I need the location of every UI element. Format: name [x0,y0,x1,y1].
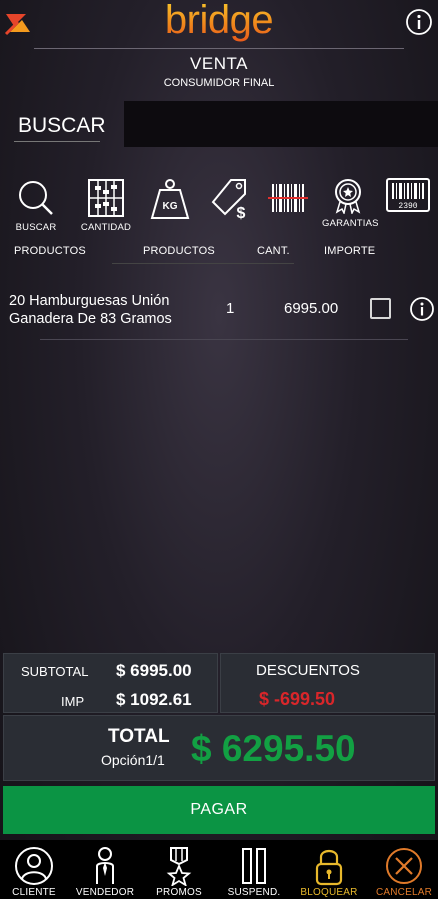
nav-cliente[interactable]: CLIENTE [0,846,71,898]
search-label: BUSCAR [18,114,106,137]
nav-suspend[interactable]: SUSPEND. [217,846,291,898]
column-header-productos: PRODUCTOS [14,245,86,257]
column-header-cant: CANT. [257,245,290,257]
nav-label: SUSPEND. [227,887,281,898]
info-icon[interactable] [405,8,433,36]
imp-label: IMP [61,694,85,709]
tool-buscar[interactable]: BUSCAR [10,178,62,238]
client-icon [15,847,53,885]
page-title: VENTA [190,54,248,73]
lock-icon [315,849,343,886]
discounts-panel[interactable]: DESCUENTOS $ -699.50 [220,653,435,713]
tool-precio[interactable]: $ [209,178,253,238]
nav-label: CLIENTE [12,887,56,898]
tool-anular[interactable] [266,178,310,238]
nav-bloquear[interactable]: BLOQUEAR [292,846,366,898]
search-input[interactable] [124,101,438,147]
imp-value: $ 1092.61 [116,690,192,709]
tool-codigo[interactable]: 2390 [384,178,432,238]
customer-label: CONSUMIDOR FINAL [163,77,275,89]
subtotal-panel: SUBTOTAL $ 6995.00 IMP $ 1092.61 [3,653,218,713]
weight-kg-icon: KG [150,179,190,219]
column-header-importe: IMPORTE [324,245,376,257]
cancel-icon [386,848,422,884]
price-tag-icon: $ [211,179,246,220]
abacus-icon [88,179,124,217]
svg-text:KG: KG [163,201,178,212]
total-panel: TOTAL Opción1/1 $ 6295.50 [3,715,435,781]
discounts-label: DESCUENTOS [256,662,360,679]
ribbon-badge-icon [335,179,361,214]
svg-text:$: $ [237,205,246,220]
product-importe: 6995.00 [284,300,339,317]
medal-icon [166,847,192,886]
barcode-icon: 2390 [386,178,430,212]
total-value: $ 6295.50 [191,728,356,769]
tool-label: BUSCAR [15,222,57,233]
nav-cancelar[interactable]: CANCELAR [367,846,438,898]
product-quantity: 1 [226,300,235,317]
product-name: 20 Hamburguesas Unión Ganadera De 83 Gra… [9,292,172,328]
product-info-icon[interactable] [409,296,435,322]
barcode-strike-icon [268,184,308,212]
svg-text:2390: 2390 [398,202,417,211]
product-checkbox[interactable] [370,298,391,319]
tool-garantias[interactable]: GARANTIAS [322,178,379,238]
pause-icon [242,848,266,884]
tool-cantidad[interactable]: CANTIDAD [80,178,132,238]
column-header-productos-2: PRODUCTOS [143,245,215,257]
option-label: Opción1/1 [101,752,165,768]
row-divider [40,339,408,340]
nav-label: CANCELAR [375,887,433,898]
brand-logo: bridge [0,0,438,43]
nav-label: PROMOS [156,887,202,898]
subtotal-label: SUBTOTAL [21,664,89,679]
search-label-underline [14,141,100,142]
tool-peso[interactable]: KG [146,178,194,238]
nav-label: BLOQUEAR [300,887,358,898]
product-name-line2: Ganadera De 83 Gramos [9,311,172,327]
product-name-line1: 20 Hamburguesas Unión [9,293,170,309]
nav-label: VENDEDOR [75,887,135,898]
seller-icon [96,847,114,884]
pay-button[interactable]: PAGAR [3,786,435,834]
search-icon [19,181,53,215]
tool-label: GARANTIAS [322,218,379,229]
discounts-value: $ -699.50 [259,689,336,709]
nav-promos[interactable]: PROMOS [142,846,216,898]
tool-label: CANTIDAD [80,222,132,233]
subtotal-value: $ 6995.00 [116,661,192,680]
column-header-divider [112,263,294,264]
header-divider [34,48,404,49]
nav-vendedor[interactable]: VENDEDOR [68,846,142,898]
total-label: TOTAL [108,726,170,747]
